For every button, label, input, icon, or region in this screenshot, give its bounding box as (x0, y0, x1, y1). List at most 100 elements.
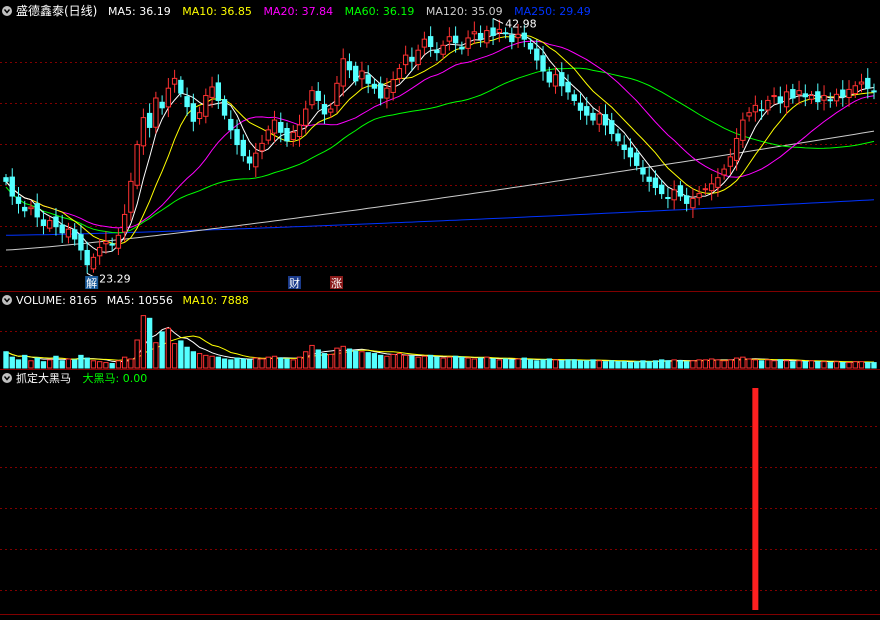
volume-bar-down (228, 359, 234, 369)
volume-bar-up (446, 356, 453, 369)
volume-bar-down (434, 356, 440, 369)
volume-bar-up (465, 357, 471, 369)
volume-bar-down (677, 360, 684, 369)
stock-name: 盛德鑫泰(日线) (16, 3, 97, 18)
candle (103, 231, 109, 254)
candle (415, 44, 421, 71)
volume-bar-up (96, 361, 103, 369)
volume-bar-up (103, 362, 109, 369)
candle-body-up (858, 81, 865, 85)
volume-bar-down (346, 348, 353, 369)
candle-body-down (9, 176, 15, 197)
volume-bar-down (234, 357, 240, 369)
candle-body-down (559, 72, 565, 87)
candle-body-up (271, 119, 278, 134)
candle (47, 216, 53, 232)
candle (584, 96, 590, 125)
candle (540, 46, 546, 81)
collapse-chevron-icon[interactable] (2, 6, 12, 16)
candle-body-up (808, 95, 815, 100)
volume-bar-up (765, 359, 771, 369)
volume-bar-down (146, 317, 153, 369)
volume-bar-down (72, 359, 78, 369)
candle (771, 87, 777, 105)
candle (590, 108, 596, 126)
candle-body-down (646, 176, 652, 182)
candle-body-up (96, 247, 103, 257)
candle (602, 104, 609, 136)
candle (140, 108, 147, 155)
candle-body-up (121, 213, 128, 233)
candle-body-down (615, 133, 621, 142)
collapse-chevron-icon[interactable] (2, 373, 12, 383)
candle (721, 164, 727, 180)
volume-bar-down (452, 355, 459, 369)
candle (577, 93, 584, 120)
candle-body-up (740, 119, 746, 141)
candle-body-up (115, 234, 122, 249)
candle (640, 159, 646, 182)
volume-bar-up (496, 359, 503, 369)
candle (552, 66, 559, 94)
signal-bar[interactable] (752, 388, 759, 610)
candle (271, 110, 278, 143)
candle-body-up (515, 33, 521, 39)
candle (708, 174, 715, 201)
price-panel[interactable]: 42.98 23.29 解 财 涨 (3, 17, 877, 290)
candle-body-down (827, 99, 833, 102)
candle (121, 204, 128, 243)
candle-body-down (658, 184, 665, 195)
candle-body-down (22, 206, 28, 212)
volume-bar-down (9, 356, 15, 369)
ma-values-row: MA5: 36.19 MA10: 36.85 MA20: 37.84 MA60:… (108, 5, 591, 18)
event-marker-rise[interactable]: 涨 (330, 276, 343, 290)
candle-body-down (427, 36, 434, 48)
volume-bar-up (727, 359, 734, 369)
volume-value: VOLUME: 8165 (16, 294, 97, 307)
candle (752, 95, 759, 122)
candle (740, 112, 746, 148)
candle-body-up (196, 112, 203, 120)
candle-body-up (334, 82, 340, 106)
candle (827, 92, 833, 108)
candle (490, 18, 496, 46)
volume-bar-up (752, 359, 759, 369)
volume-bar-up (359, 351, 365, 369)
volume-bar-up (134, 339, 140, 369)
event-marker-unlock[interactable]: 解 (85, 276, 99, 290)
volume-bar-down (159, 331, 165, 369)
volume-bar-up (296, 356, 303, 369)
candlesticks (3, 18, 877, 274)
volume-ma5-value: MA5: 10556 (107, 294, 173, 307)
candle-body-down (577, 102, 584, 111)
candle-body-up (396, 68, 403, 79)
candle-body-down (371, 83, 378, 89)
candle-body-down (240, 139, 246, 157)
candle (259, 134, 265, 160)
candle-body-down (109, 243, 115, 246)
volume-bar-down (240, 358, 246, 369)
candle (59, 214, 65, 243)
candle (221, 95, 228, 120)
indicator-panel[interactable] (752, 388, 759, 610)
volume-bar-up (271, 355, 278, 369)
candle-body-down (228, 118, 234, 131)
candle-body-up (253, 152, 259, 168)
volume-bar-down (621, 361, 627, 369)
volume-panel[interactable] (3, 315, 877, 369)
candle-body-down (146, 112, 153, 128)
candle-body-down (53, 216, 59, 228)
volume-bar-up (696, 359, 702, 369)
candle (559, 62, 565, 97)
candle-body-up (821, 95, 827, 101)
volume-bar-up (833, 361, 840, 369)
candle-body-down (602, 114, 609, 126)
candle-body-up (203, 95, 209, 117)
candle (296, 114, 303, 147)
ma250-value: MA250: 29.49 (514, 5, 591, 18)
volume-bar-up (253, 357, 259, 369)
event-marker-finance[interactable]: 财 (288, 276, 301, 290)
volume-bar-down (609, 360, 615, 369)
volume-bar-up (328, 353, 334, 369)
collapse-chevron-icon[interactable] (2, 295, 12, 305)
